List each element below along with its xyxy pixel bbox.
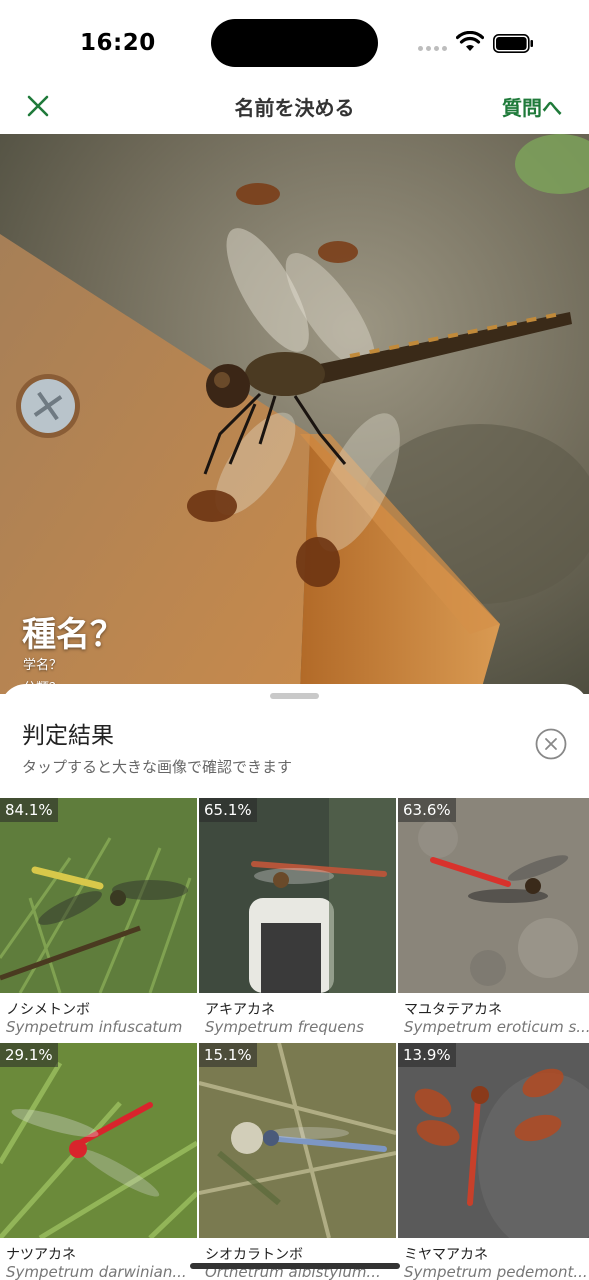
result-card[interactable]: 84.1% ノシメトンボ Sympetrum infuscatum [0,798,197,1044]
main-photo[interactable]: 種名？ 学名？ 分類？ [0,134,589,694]
result-name: ナツアカネ [6,1247,76,1263]
confidence-badge: 63.6% [398,798,456,822]
question-button[interactable]: 質問へ [502,92,562,121]
sheet-grabber[interactable] [270,693,319,699]
result-scientific-name: Sympetrum darwinian... [6,1263,187,1280]
result-photo [199,798,396,993]
close-circle-icon[interactable] [535,728,567,760]
result-photo [199,1043,396,1238]
confidence-badge: 65.1% [199,798,257,822]
result-photo [398,1043,589,1238]
result-scientific-name: Sympetrum pedemont... [404,1263,588,1280]
dynamic-island [211,19,378,67]
result-name: アキアカネ [205,1002,275,1018]
result-card[interactable]: 29.1% ナツアカネ Sympetrum darwinian... [0,1043,197,1280]
species-name: 種名？ [22,615,124,655]
result-name: マユタテアカネ [404,1002,502,1018]
sheet-title: 判定結果 [22,723,114,749]
confidence-badge: 29.1% [0,1043,58,1067]
status-bar: 16:20 [0,0,589,86]
result-photo [0,1043,197,1238]
nav-bar: 名前を決める 質問へ [0,86,589,134]
battery-icon [493,34,533,53]
result-scientific-name: Sympetrum eroticum s... [404,1018,589,1036]
confidence-badge: 15.1% [199,1043,257,1067]
result-card[interactable]: 65.1% アキアカネ Sympetrum frequens [199,798,396,1044]
result-name: シオカラトンボ [205,1247,303,1263]
wifi-icon [456,31,484,51]
result-name: ノシメトンボ [6,1002,90,1018]
cellular-signal-icon [418,46,447,51]
result-name: ミヤマアカネ [404,1247,488,1263]
result-photo [0,798,197,993]
result-scientific-name: Sympetrum infuscatum [6,1018,183,1036]
result-card[interactable]: 63.6% マユタテアカネ Sympetrum eroticum s... [398,798,589,1044]
sheet-subtitle: タップすると大きな画像で確認できます [22,758,293,776]
status-time: 16:20 [80,30,156,56]
result-card[interactable]: 13.9% ミヤマアカネ Sympetrum pedemont... [398,1043,589,1280]
confidence-badge: 84.1% [0,798,58,822]
result-card[interactable]: 15.1% シオカラトンボ Orthetrum albistylum... [199,1043,396,1280]
scientific-name: 学名？ [23,658,63,673]
result-photo [398,798,589,993]
confidence-badge: 13.9% [398,1043,456,1067]
result-scientific-name: Sympetrum frequens [205,1018,364,1036]
home-indicator[interactable] [190,1263,400,1269]
page-title: 名前を決める [234,96,355,120]
